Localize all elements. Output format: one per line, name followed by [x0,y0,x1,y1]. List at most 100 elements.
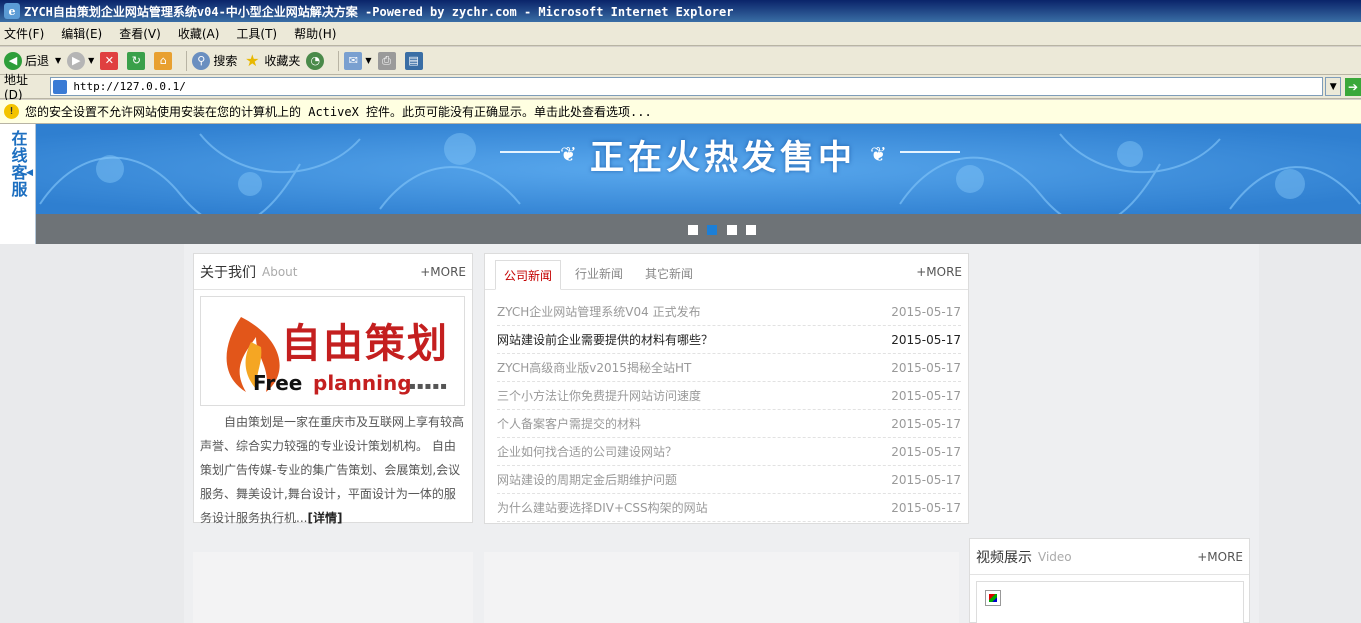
news-date: 2015-05-17 [891,332,961,347]
news-title: 网站建设的周期定金后期维护问题 [497,473,678,487]
favorites-button[interactable]: ★ 收藏夹 [243,51,301,70]
page-viewport[interactable]: ❦ 正在火热发售中 ❦ 在线客服 ◀ 关于我们 About +MORE 自由策划… [0,124,1361,623]
menu-tools[interactable]: 工具(T) [236,25,277,42]
about-more-link[interactable]: +MORE [420,265,466,279]
news-title: ZYCH企业网站管理系统V04 正式发布 [497,305,701,319]
menu-edit[interactable]: 编辑(E) [61,25,102,42]
window-title-bar[interactable]: e ZYCH自由策划企业网站管理系统v04-中小型企业网站解决方案 -Power… [0,0,1361,22]
video-subtitle: Video [1038,549,1072,564]
refresh-button[interactable]: ↻ [127,51,148,70]
news-title: ZYCH高级商业版v2015揭秘全站HT [497,361,692,375]
news-title: 个人备案客户需提交的材料 [497,417,642,431]
shield-warning-icon: ! [4,104,19,119]
forward-button[interactable]: ▶ ▼ [67,51,95,70]
video-more-link[interactable]: +MORE [1197,550,1243,564]
logo-decoration: ▪▪▪▪▪ [409,381,448,392]
news-item[interactable]: 三个小方法让你免费提升网站访问速度 2015-05-17 [497,382,961,410]
about-header: 关于我们 About +MORE [194,254,472,290]
video-player[interactable] [976,581,1244,623]
news-date: 2015-05-17 [891,360,961,375]
about-subtitle: About [262,264,298,279]
news-list: ZYCH企业网站管理系统V04 正式发布 2015-05-17 网站建设前企业需要… [497,298,961,522]
home-button[interactable]: ⌂ [154,51,175,70]
news-more-link[interactable]: +MORE [916,265,962,279]
mail-dropdown-icon: ▼ [365,56,372,65]
history-button[interactable]: ◔ [306,51,327,70]
print-button[interactable]: ⎙ [377,51,399,70]
address-input[interactable]: http://127.0.0.1/ [50,77,1324,96]
news-date: 2015-05-17 [891,416,961,431]
edit-page-icon: ▤ [404,51,423,70]
back-button[interactable]: ◀ 后退 ▼ [4,51,61,70]
news-item[interactable]: 网站建设的周期定金后期维护问题 2015-05-17 [497,466,961,494]
about-description: 自由策划是一家在重庆市及互联网上享有较高声誉、综合实力较强的专业设计策划机构。 … [200,410,466,530]
news-tabs: 公司新闻 行业新闻 其它新闻 [485,254,968,290]
toolbar-separator [186,50,188,71]
info-bar-message: 您的安全设置不允许网站使用安装在您的计算机上的 ActiveX 控件。此页可能没… [25,105,652,119]
stop-icon: ✕ [100,51,119,70]
menu-help[interactable]: 帮助(H) [294,25,336,42]
news-item[interactable]: 企业如何找合适的公司建设网站？ 2015-05-17 [497,438,961,466]
tab-industry-news[interactable]: 行业新闻 [567,259,631,289]
logo-cn-text: 自由策划 [281,320,449,367]
home-icon: ⌂ [154,51,173,70]
banner[interactable]: ❦ 正在火热发售中 ❦ [0,124,1361,214]
search-button[interactable]: ⚲ 搜索 [192,51,237,70]
mail-button[interactable]: ✉ ▼ [344,51,372,70]
video-panel: 视频展示 Video +MORE [969,538,1250,623]
back-arrow-icon: ◀ [4,51,22,70]
about-detail-link[interactable]: [详情] [307,511,342,525]
history-icon: ◔ [306,51,325,70]
address-label: 地址(D) [4,73,29,102]
banner-ornament-left: ❦ [560,142,577,166]
news-item[interactable]: 为什么建站要选择DIV+CSS构架的网站 2015-05-17 [497,494,961,522]
menu-bar: 文件(F) 编辑(E) 查看(V) 收藏(A) 工具(T) 帮助(H) [0,22,1361,46]
banner-ornament-right: ❦ [870,142,887,166]
refresh-icon: ↻ [127,51,146,70]
news-date: 2015-05-17 [891,472,961,487]
news-date: 2015-05-17 [891,304,961,319]
mail-icon: ✉ [344,51,363,70]
about-panel: 关于我们 About +MORE 自由策划 Free planning ▪▪▪▪… [193,253,473,525]
banner-headline: 正在火热发售中 [590,138,856,178]
news-title: 企业如何找合适的公司建设网站？ [497,445,678,459]
window-title: ZYCH自由策划企业网站管理系统v04-中小型企业网站解决方案 -Powered… [24,4,734,19]
about-title: 关于我们 [200,264,256,281]
online-service-tab[interactable]: 在线客服 ◀ [0,124,36,244]
back-dropdown-icon[interactable]: ▼ [55,56,61,65]
slide-dot-2[interactable] [707,225,717,235]
print-icon: ⎙ [377,51,396,70]
news-item[interactable]: 个人备案客户需提交的材料 2015-05-17 [497,410,961,438]
loading-block [484,552,959,623]
tab-company-news[interactable]: 公司新闻 [495,260,562,290]
news-item[interactable]: ZYCH企业网站管理系统V04 正式发布 2015-05-17 [497,298,961,326]
chevron-left-icon: ◀ [26,168,33,178]
loading-block [193,552,473,623]
forward-dropdown-icon: ▼ [88,56,95,65]
go-arrow-icon[interactable]: ➔ [1345,77,1361,96]
company-logo[interactable]: 自由策划 Free planning ▪▪▪▪▪ [200,296,465,406]
security-info-bar[interactable]: ! 您的安全设置不允许网站使用安装在您的计算机上的 ActiveX 控件。此页可… [0,100,1361,124]
slide-dot-1[interactable] [688,225,698,235]
favorites-label: 收藏夹 [264,54,301,68]
logo-en-text-2: planning [313,371,412,395]
edit-page-button[interactable]: ▤ [404,51,426,70]
ie-icon: e [4,3,20,19]
menu-view[interactable]: 查看(V) [119,25,161,42]
page-icon [53,79,68,94]
slide-dot-3[interactable] [727,225,737,235]
toolbar-separator [338,50,340,71]
stop-button[interactable]: ✕ [100,51,121,70]
tab-other-news[interactable]: 其它新闻 [637,259,701,289]
address-dropdown-icon[interactable]: ▼ [1325,77,1342,96]
news-date: 2015-05-17 [891,500,961,515]
menu-favorites[interactable]: 收藏(A) [178,25,220,42]
star-icon: ★ [245,51,260,70]
news-date: 2015-05-17 [891,388,961,403]
news-item[interactable]: ZYCH高级商业版v2015揭秘全站HT 2015-05-17 [497,354,961,382]
news-title: 网站建设前企业需要提供的材料有哪些？ [497,333,714,347]
slide-dot-4[interactable] [746,225,756,235]
forward-arrow-icon: ▶ [67,51,86,70]
news-item[interactable]: 网站建设前企业需要提供的材料有哪些？ 2015-05-17 [497,326,961,354]
menu-file[interactable]: 文件(F) [4,25,44,42]
